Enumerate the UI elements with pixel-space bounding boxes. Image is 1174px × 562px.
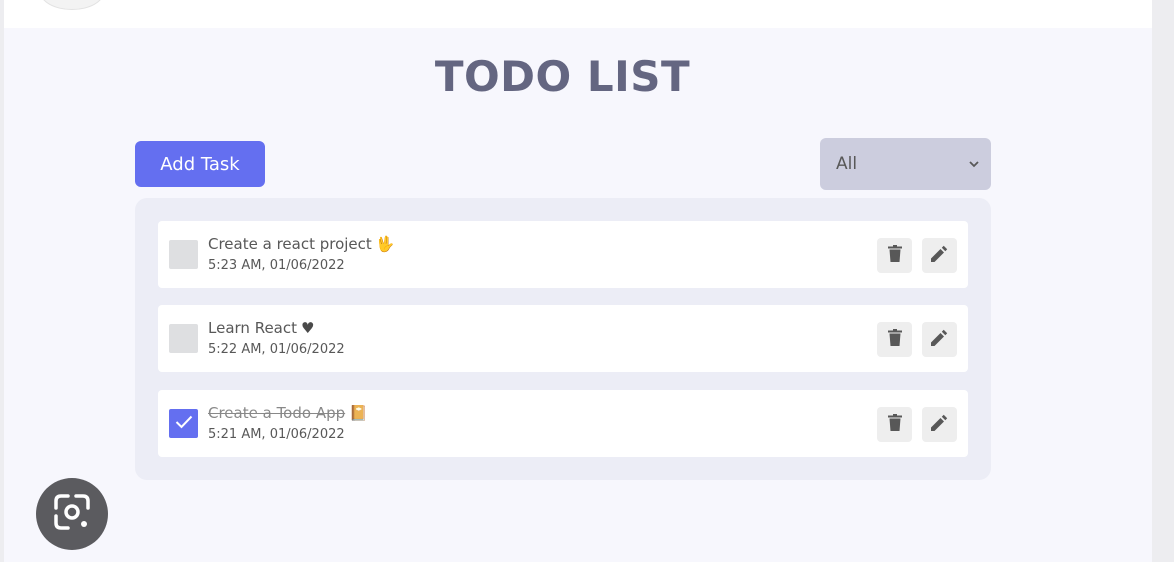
task-checkbox-checked[interactable] [169, 409, 198, 438]
app-page: TODO LIST Add Task All Create a react pr… [4, 0, 1152, 562]
add-task-button[interactable]: Add Task [135, 141, 265, 187]
trash-icon [887, 245, 902, 266]
task-checkbox[interactable] [169, 324, 198, 353]
top-bar [4, 0, 1152, 28]
trash-icon [887, 414, 902, 435]
delete-task-button[interactable] [877, 407, 912, 442]
pencil-icon [931, 414, 948, 435]
task-timestamp: 5:21 AM, 01/06/2022 [208, 427, 345, 442]
task-title: Learn React ♥ [208, 319, 315, 337]
task-emoji: ♥ [301, 319, 315, 337]
google-lens-icon [52, 492, 92, 536]
todo-item: Create a Todo App 📔 5:21 AM, 01/06/2022 [158, 390, 968, 457]
task-emoji: 🖖 [375, 235, 395, 253]
filter-selected-value: All [836, 154, 858, 174]
edit-task-button[interactable] [922, 322, 957, 357]
task-timestamp: 5:22 AM, 01/06/2022 [208, 342, 345, 357]
task-emoji: 📔 [349, 404, 368, 422]
todo-item: Learn React ♥ 5:22 AM, 01/06/2022 [158, 305, 968, 372]
task-timestamp: 5:23 AM, 01/06/2022 [208, 258, 345, 273]
page-title: TODO LIST [434, 52, 691, 101]
edit-task-button[interactable] [922, 238, 957, 273]
delete-task-button[interactable] [877, 238, 912, 273]
todo-list: Create a react project 🖖 5:23 AM, 01/06/2… [135, 198, 991, 480]
pencil-icon [931, 329, 948, 350]
avatar[interactable] [40, 0, 104, 10]
task-title: Create a react project 🖖 [208, 235, 395, 253]
task-checkbox[interactable] [169, 240, 198, 269]
trash-icon [887, 329, 902, 350]
chevron-down-icon [969, 157, 979, 171]
status-filter-select[interactable]: All [820, 138, 991, 190]
task-title: Create a Todo App 📔 [208, 404, 368, 422]
todo-item: Create a react project 🖖 5:23 AM, 01/06/2… [158, 221, 968, 288]
pencil-icon [931, 245, 948, 266]
checkmark-icon [175, 414, 193, 433]
edit-task-button[interactable] [922, 407, 957, 442]
google-lens-button[interactable] [36, 478, 108, 550]
delete-task-button[interactable] [877, 322, 912, 357]
